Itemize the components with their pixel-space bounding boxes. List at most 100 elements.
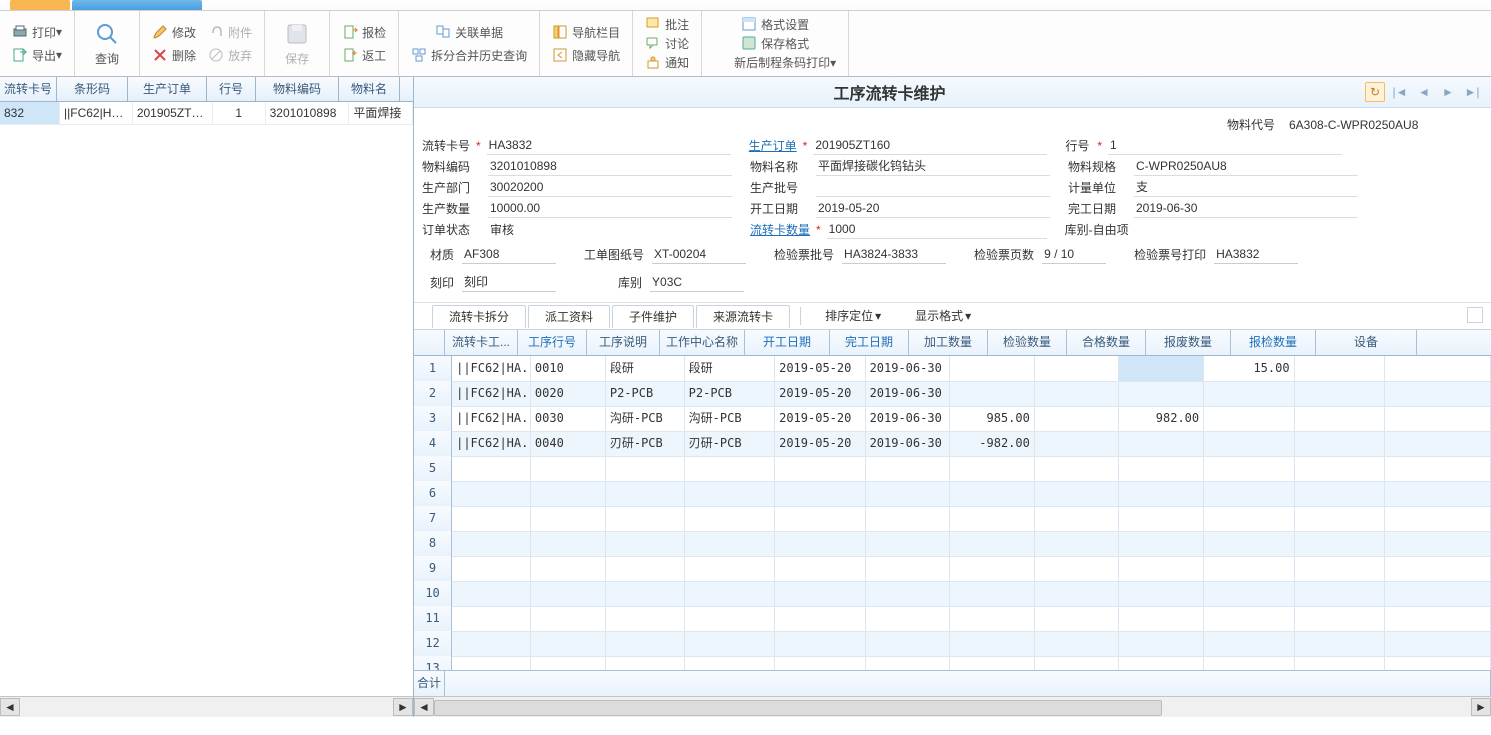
cell[interactable]: 刃研-PCB [606,431,685,457]
col-scrap-qty[interactable]: 报废数量 [1146,330,1231,355]
attach-button[interactable]: 附件 [202,21,258,43]
start-value[interactable]: 2019-05-20 [816,199,1050,218]
cell[interactable] [1035,481,1120,507]
cell[interactable] [531,556,606,582]
cell[interactable] [1204,381,1294,407]
cell[interactable] [1204,506,1294,532]
dept-value[interactable]: 30020200 [488,178,732,197]
cell[interactable] [531,456,606,482]
uom-value[interactable]: 支 [1134,178,1358,197]
cell[interactable] [452,506,531,532]
cell[interactable] [685,656,775,670]
cell[interactable] [1035,356,1120,382]
cell[interactable]: 段研 [685,356,775,382]
list-row[interactable]: 832 ||FC62|HA... 201905ZT160 1 320101089… [0,102,413,125]
cell[interactable] [1035,381,1120,407]
cell[interactable] [950,381,1035,407]
cell[interactable] [950,656,1035,670]
cell[interactable] [1385,506,1491,532]
cell[interactable] [1119,431,1204,457]
cell[interactable] [866,456,951,482]
sort-dropdown[interactable]: 排序定位▾ [809,305,897,327]
split-merge-button[interactable]: 拆分合并历史查询 [405,44,533,66]
cell[interactable] [606,606,685,632]
cell[interactable] [1119,631,1204,657]
cell[interactable] [1035,531,1120,557]
cell[interactable] [1295,481,1385,507]
cell[interactable] [452,481,531,507]
table-row[interactable]: 10 [414,581,1491,606]
cell[interactable] [1119,356,1204,382]
cell[interactable] [1204,606,1294,632]
cell[interactable] [1385,406,1491,432]
cell[interactable] [775,481,865,507]
cell[interactable]: 0040 [531,431,606,457]
cell[interactable] [866,481,951,507]
left-col-item[interactable]: 物料编码 [256,77,339,101]
scroll-left-icon[interactable]: ◄ [414,698,434,716]
cell[interactable] [1035,556,1120,582]
cell[interactable] [950,481,1035,507]
cell[interactable] [950,456,1035,482]
col-equip[interactable]: 设备 [1316,330,1417,355]
left-col-line[interactable]: 行号 [207,77,256,101]
cell[interactable]: 沟研-PCB [606,406,685,432]
table-row[interactable]: 2||FC62|HA...0020P2-PCBP2-PCB2019-05-202… [414,381,1491,406]
table-row[interactable]: 7 [414,506,1491,531]
table-row[interactable]: 3||FC62|HA...0030沟研-PCB沟研-PCB2019-05-202… [414,406,1491,431]
cell[interactable] [950,356,1035,382]
return-button[interactable]: 返工 [336,44,392,66]
cell[interactable] [1204,656,1294,670]
cell[interactable]: ||FC62|HA... [452,356,531,382]
modify-button[interactable]: 修改 [146,21,202,43]
hide-nav-button[interactable]: 隐藏导航 [546,44,626,66]
cell[interactable] [866,656,951,670]
cell[interactable] [606,481,685,507]
cell[interactable] [1119,481,1204,507]
table-row[interactable]: 8 [414,531,1491,556]
cell[interactable] [1385,606,1491,632]
cell[interactable] [1295,606,1385,632]
cell[interactable] [685,456,775,482]
spec-value[interactable]: C-WPR0250AU8 [1134,157,1358,176]
query-button[interactable]: 查询 [81,15,133,72]
cell[interactable] [775,606,865,632]
cell[interactable] [1119,531,1204,557]
grid-options-icon[interactable] [1467,307,1483,323]
cell[interactable] [1295,656,1385,670]
scroll-right-icon[interactable]: ► [1471,698,1491,716]
cell[interactable] [685,556,775,582]
cell[interactable] [1295,581,1385,607]
tab-split[interactable]: 流转卡拆分 [432,305,526,328]
cell[interactable] [775,631,865,657]
draw-value[interactable]: XT-00204 [652,245,746,264]
insp-print-value[interactable]: HA3832 [1214,245,1298,264]
abandon-button[interactable]: 放弃 [202,44,258,66]
cell[interactable] [452,581,531,607]
cell[interactable] [452,606,531,632]
cell[interactable] [606,506,685,532]
last-record-button[interactable]: ►| [1463,83,1481,101]
cell[interactable] [1204,406,1294,432]
cell[interactable] [1119,456,1204,482]
cell[interactable] [452,631,531,657]
cell[interactable] [1385,356,1491,382]
col-wc-name[interactable]: 工作中心名称 [660,330,745,355]
cell[interactable] [866,606,951,632]
cell[interactable] [1295,356,1385,382]
cell[interactable]: ||FC62|HA... [452,381,531,407]
order-value[interactable]: 201905ZT160 [813,136,1047,155]
cell[interactable] [1119,581,1204,607]
cell[interactable]: P2-PCB [685,381,775,407]
order-label[interactable]: 生产订单 [749,137,801,154]
cell[interactable] [950,531,1035,557]
cell[interactable] [1385,656,1491,670]
cell[interactable] [531,606,606,632]
cell[interactable]: 2019-05-20 [775,431,865,457]
cell[interactable] [950,556,1035,582]
item-code-value[interactable]: 3201010898 [488,157,732,176]
cell[interactable]: 2019-05-20 [775,381,865,407]
cell[interactable]: 2019-05-20 [775,406,865,432]
cell[interactable] [1119,656,1204,670]
cell[interactable] [1385,531,1491,557]
